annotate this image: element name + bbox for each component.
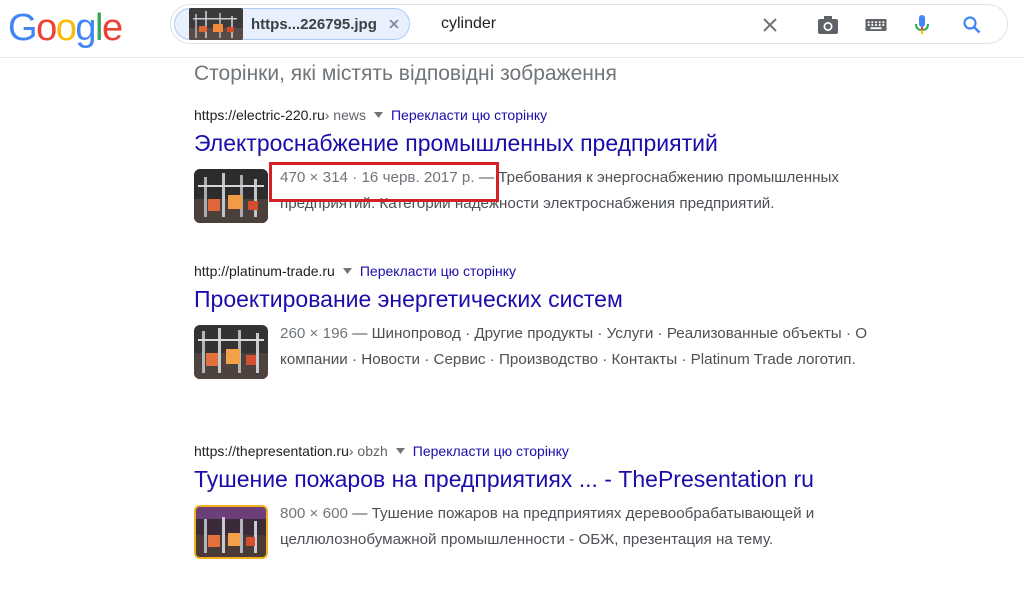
result-path: › news [324,107,366,123]
result-url[interactable]: https://thepresentation.ru [194,441,349,461]
menu-triangle-icon[interactable] [395,448,405,454]
result-meta: 260 × 196 [280,325,348,342]
result-snippet-text: — Тушение пожаров на предприятиях дерево… [280,505,815,548]
image-chip-thumbnail [189,8,243,40]
section-title: Сторінки, які містять відповідні зображе… [194,62,617,85]
translate-link[interactable]: Перекласти цю сторінку [391,105,547,125]
result-cite: https://thepresentation.ru › obzh Перекл… [194,441,954,461]
result-snippet: 800 × 600 — Тушение пожаров на предприят… [280,501,930,559]
result-thumbnail[interactable] [194,505,268,559]
image-chip-label: https...226795.jpg [251,15,377,33]
result-url[interactable]: https://electric-220.ru [194,105,325,125]
result-cite: https://electric-220.ru › news Перекласт… [194,105,954,125]
search-result: http://platinum-trade.ru Перекласти цю с… [194,261,954,379]
microphone-icon[interactable] [911,14,933,36]
result-title[interactable]: Электроснабжение промышленных предприяти… [194,129,954,157]
search-box[interactable]: https...226795.jpg cylinder [170,4,1008,44]
result-meta: 800 × 600 [280,505,348,522]
google-logo[interactable]: Google [8,6,123,50]
logo-letter: e [101,7,123,49]
logo-letter: o [55,7,77,49]
result-url[interactable]: http://platinum-trade.ru [194,261,335,281]
translate-link[interactable]: Перекласти цю сторінку [360,261,516,281]
search-result: https://thepresentation.ru › obzh Перекл… [194,441,954,559]
result-thumbnail[interactable] [194,325,268,379]
logo-letter: l [94,7,103,49]
chip-close-icon[interactable] [387,17,401,31]
search-icon[interactable] [961,14,983,36]
result-cite: http://platinum-trade.ru Перекласти цю с… [194,261,954,281]
result-snippet: 260 × 196 — Шинопровод · Другие продукты… [280,321,930,379]
result-path: › obzh [348,443,388,459]
close-icon[interactable] [759,14,781,36]
result-title[interactable]: Тушение пожаров на предприятиях ... - Th… [194,465,954,493]
keyboard-icon[interactable] [865,14,887,36]
header: Google https...226795.jpg cylinder [0,0,1024,58]
logo-letter: o [36,7,57,49]
camera-icon[interactable] [817,14,839,36]
menu-triangle-icon[interactable] [342,268,352,274]
menu-triangle-icon[interactable] [373,112,383,118]
search-query-text[interactable]: cylinder [441,15,496,33]
highlight-annotation-box [269,162,499,202]
translate-link[interactable]: Перекласти цю сторінку [413,441,569,461]
result-snippet-text: — Шинопровод · Другие продукты · Услуги … [280,325,868,368]
logo-letter: G [8,7,38,49]
result-title[interactable]: Проектирование энергетических систем [194,285,954,313]
image-chip[interactable]: https...226795.jpg [174,8,410,40]
logo-letter: g [75,7,96,49]
result-thumbnail[interactable] [194,169,268,223]
